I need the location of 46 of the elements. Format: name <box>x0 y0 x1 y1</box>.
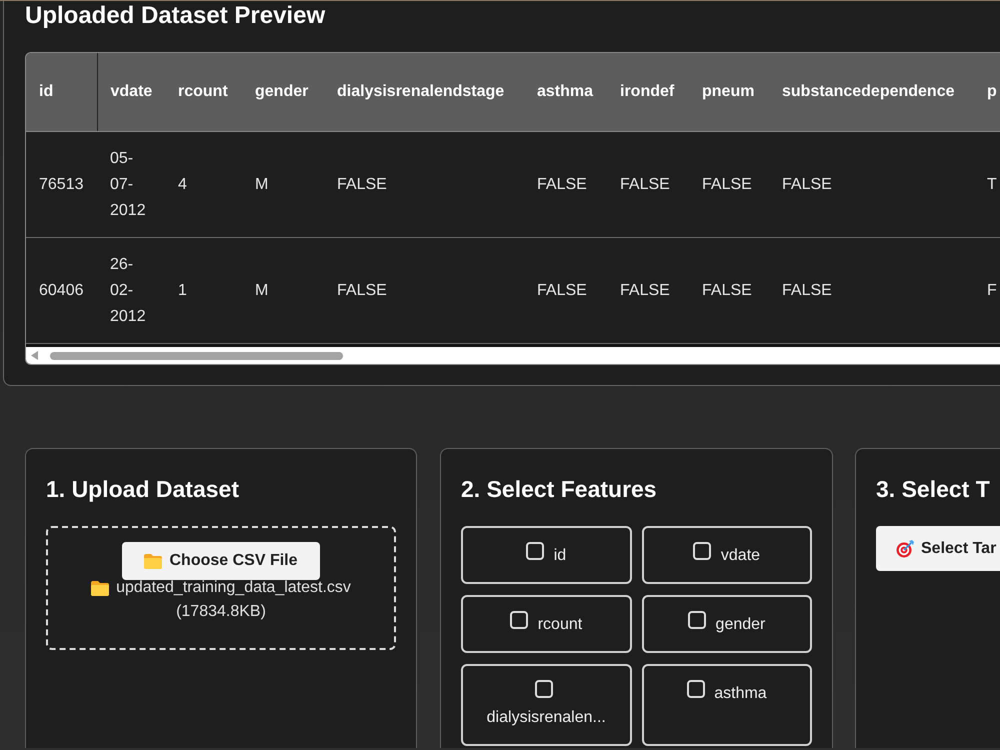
folder-icon <box>91 580 110 596</box>
scrollbar-thumb[interactable] <box>50 352 343 360</box>
horizontal-scrollbar[interactable] <box>26 344 1000 364</box>
table-cell: FALSE <box>689 132 769 238</box>
feature-option[interactable]: asthma <box>642 664 812 746</box>
table-cell: FALSE <box>524 132 607 238</box>
checkbox[interactable] <box>526 542 544 560</box>
column-header: id <box>26 53 97 132</box>
checkbox[interactable] <box>688 611 706 629</box>
file-size: (17834.8KB) <box>176 602 266 622</box>
file-name: updated_training_data_latest.csv <box>116 578 351 598</box>
column-header: dialysisrenalendstage <box>324 53 524 132</box>
table-cell: FALSE <box>324 132 524 238</box>
table-cell: FALSE <box>769 132 974 238</box>
table-cell: 05-07-2012 <box>97 132 165 238</box>
column-header: pneum <box>689 53 769 132</box>
checkbox[interactable] <box>686 680 705 698</box>
panel-title: Uploaded Dataset Preview <box>25 2 326 30</box>
column-header: p <box>974 53 1000 132</box>
scroll-left-arrow-icon[interactable] <box>31 351 38 360</box>
column-header: asthma <box>524 53 607 132</box>
column-header: irondef <box>607 53 689 132</box>
table-cell: FALSE <box>607 132 689 238</box>
feature-option[interactable]: gender <box>642 595 812 653</box>
feature-option[interactable]: rcount <box>461 595 632 653</box>
card-title: 1. Upload Dataset <box>46 475 240 503</box>
column-header: gender <box>242 53 324 132</box>
column-header: rcount <box>165 53 242 132</box>
table-cell: T <box>974 132 1000 238</box>
target-icon <box>896 540 914 558</box>
card-title: 2. Select Features <box>461 475 658 503</box>
choose-file-button[interactable]: Choose CSV File <box>122 542 320 580</box>
select-target-button[interactable]: Select Tar <box>876 526 1000 571</box>
card-title: 3. Select T <box>876 475 991 503</box>
checkbox[interactable] <box>534 680 553 698</box>
checkbox[interactable] <box>510 611 528 629</box>
folder-icon <box>144 554 162 568</box>
table-cell: 4 <box>165 132 242 238</box>
feature-option[interactable]: dialysisrenalen... <box>461 664 632 746</box>
feature-option[interactable]: vdate <box>642 526 812 584</box>
column-header: substancedependence <box>769 53 974 132</box>
feature-option[interactable]: id <box>461 526 632 584</box>
table-cell: M <box>242 132 324 238</box>
checkbox[interactable] <box>693 542 712 560</box>
table-cell: 76513 <box>26 132 97 238</box>
column-header: vdate <box>97 53 165 132</box>
